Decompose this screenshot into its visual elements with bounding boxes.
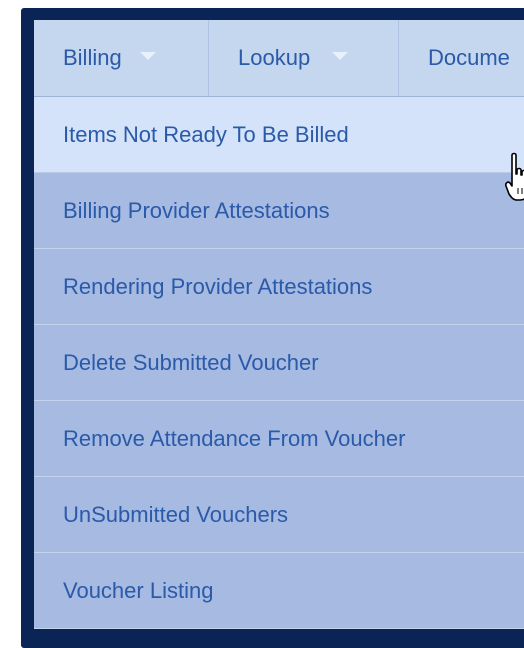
nav-documents[interactable]: Docume xyxy=(428,20,510,96)
menu-item-label: UnSubmitted Vouchers xyxy=(63,501,289,527)
menu-item-unsubmitted-vouchers[interactable]: UnSubmitted Vouchers xyxy=(34,477,524,553)
nav-billing-label: Billing xyxy=(63,45,122,70)
menu-item-voucher-listing[interactable]: Voucher Listing xyxy=(34,553,524,629)
menu-item-rendering-provider-attestations[interactable]: Rendering Provider Attestations xyxy=(34,249,524,325)
billing-dropdown-menu: Items Not Ready To Be Billed Billing Pro… xyxy=(34,97,524,630)
chevron-down-icon xyxy=(332,52,349,60)
menu-item-label: Rendering Provider Attestations xyxy=(63,273,373,299)
menu-item-label: Voucher Listing xyxy=(63,577,214,603)
menu-item-label: Delete Submitted Voucher xyxy=(63,349,319,375)
nav-divider xyxy=(398,20,399,96)
menu-item-items-not-ready[interactable]: Items Not Ready To Be Billed xyxy=(34,97,524,173)
nav-documents-label: Docume xyxy=(428,45,510,70)
nav-lookup-label: Lookup xyxy=(238,45,311,70)
menu-item-label: Billing Provider Attestations xyxy=(63,197,330,223)
menu-item-label: Remove Attendance From Voucher xyxy=(63,425,406,451)
menu-item-delete-submitted-voucher[interactable]: Delete Submitted Voucher xyxy=(34,325,524,401)
top-navbar: Billing Lookup Docume xyxy=(34,20,524,97)
nav-billing[interactable]: Billing xyxy=(63,20,156,96)
nav-divider xyxy=(208,20,209,96)
menu-item-remove-attendance[interactable]: Remove Attendance From Voucher xyxy=(34,401,524,477)
menu-item-billing-provider-attestations[interactable]: Billing Provider Attestations xyxy=(34,173,524,249)
nav-lookup[interactable]: Lookup xyxy=(238,20,349,96)
menu-item-label: Items Not Ready To Be Billed xyxy=(63,121,349,147)
hand-pointer-icon xyxy=(505,152,524,201)
chevron-down-icon xyxy=(139,52,156,60)
